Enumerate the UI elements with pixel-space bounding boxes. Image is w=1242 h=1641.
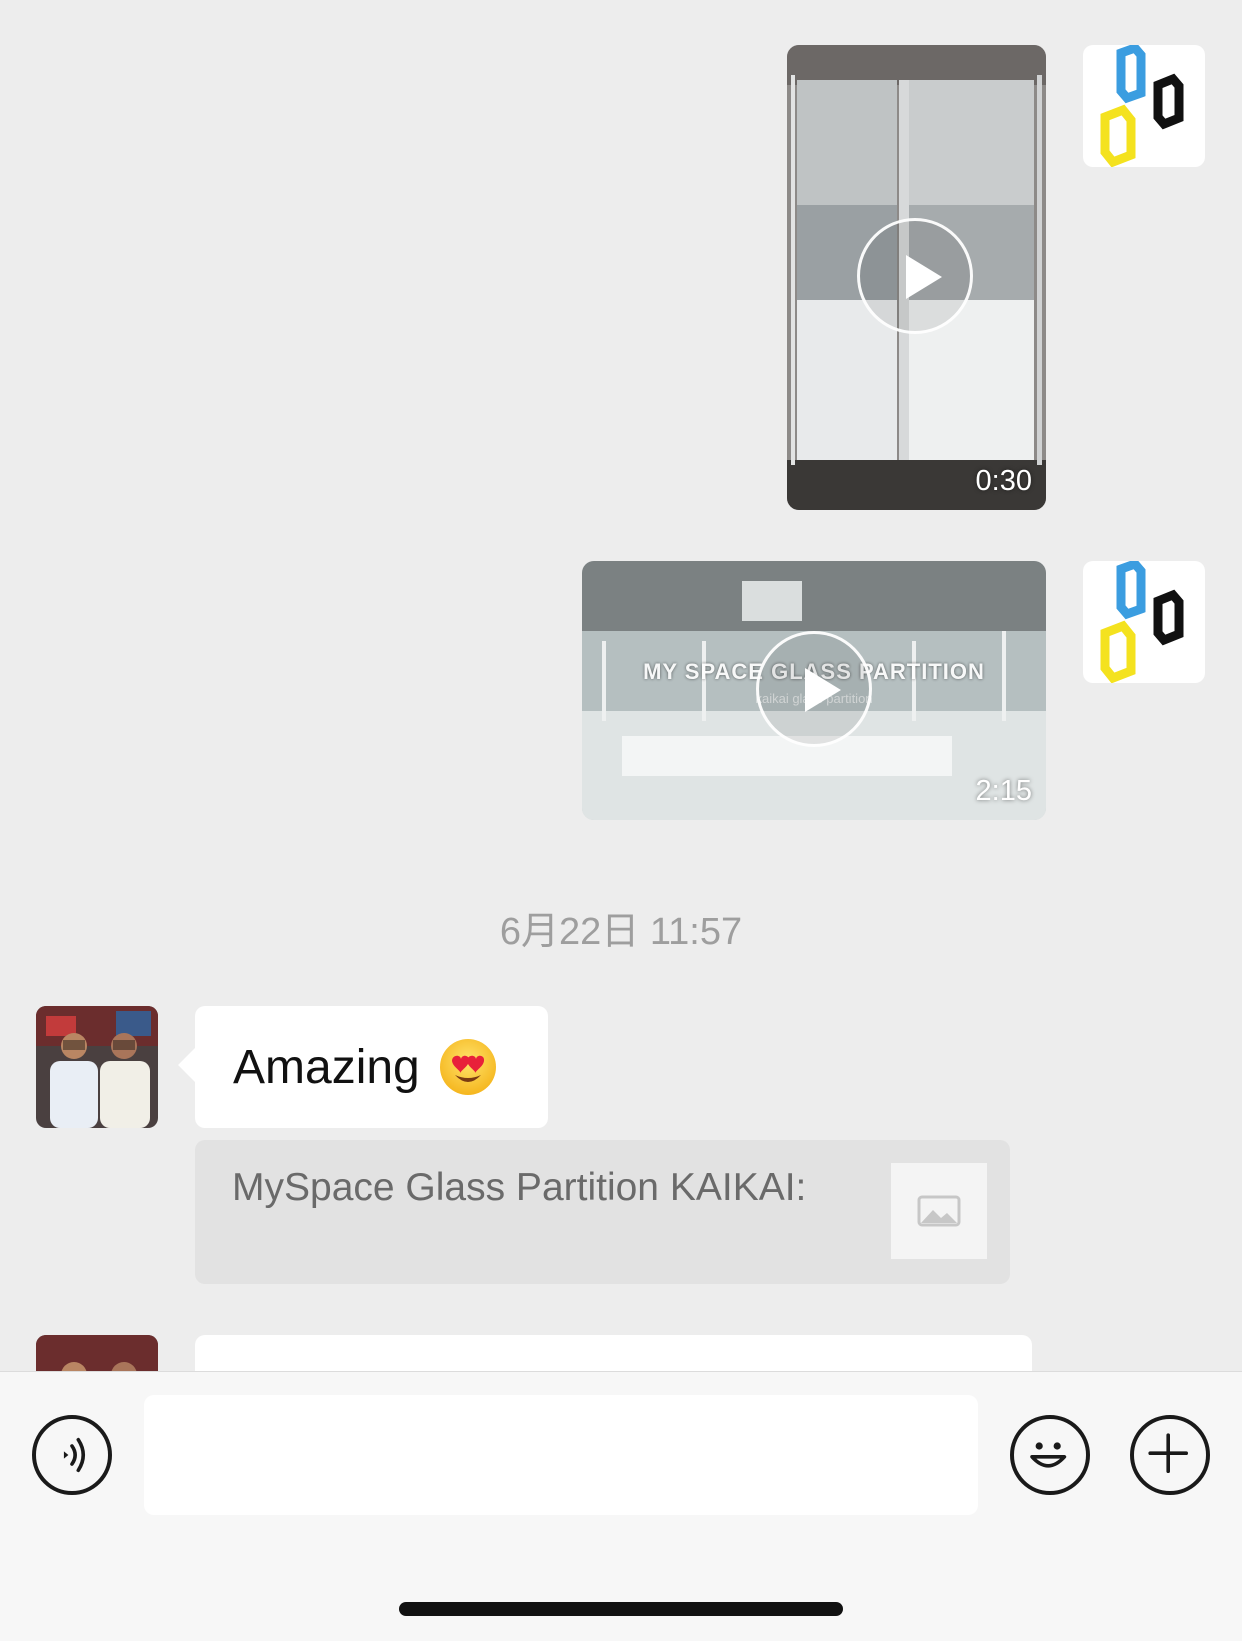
sender-avatar[interactable] xyxy=(1083,561,1205,683)
company-logo-icon xyxy=(1100,45,1184,167)
contact-photo xyxy=(36,1335,158,1371)
play-icon[interactable] xyxy=(756,631,872,747)
more-actions-button[interactable] xyxy=(1130,1415,1210,1495)
contact-avatar[interactable] xyxy=(36,1006,158,1128)
video-duration: 0:30 xyxy=(975,465,1032,497)
video-message[interactable]: 0:30 xyxy=(787,45,1046,510)
chat-area[interactable]: 0:30 MY SPACE GLASS PARTITION kaikai gla… xyxy=(0,0,1242,1371)
text-message-bubble[interactable] xyxy=(195,1335,1032,1371)
message-text: Amazing xyxy=(233,1040,420,1094)
emoji-button[interactable] xyxy=(1010,1415,1090,1495)
plus-icon xyxy=(1148,1433,1188,1473)
message-input[interactable] xyxy=(144,1395,978,1515)
heart-eyes-emoji-icon xyxy=(438,1037,498,1097)
text-message-bubble[interactable]: Amazing xyxy=(195,1006,548,1128)
play-icon[interactable] xyxy=(857,218,973,334)
sender-avatar[interactable] xyxy=(1083,45,1205,167)
voice-input-button[interactable] xyxy=(32,1415,112,1495)
company-logo-icon xyxy=(1100,561,1184,683)
quoted-message[interactable]: MySpace Glass Partition KAIKAI: xyxy=(195,1140,1010,1284)
video-duration: 2:15 xyxy=(975,775,1032,807)
contact-photo xyxy=(36,1006,158,1128)
message-timestamp: 6月22日 11:57 xyxy=(499,911,743,953)
contact-avatar[interactable] xyxy=(36,1335,158,1371)
voice-icon xyxy=(63,1437,86,1473)
video-message[interactable]: MY SPACE GLASS PARTITION kaikai glass pa… xyxy=(582,561,1046,820)
quoted-message-text: MySpace Glass Partition KAIKAI: xyxy=(232,1166,807,1209)
smiley-icon xyxy=(1030,1442,1067,1468)
message-input-bar xyxy=(0,1371,1242,1641)
image-placeholder-icon[interactable] xyxy=(891,1163,987,1259)
home-indicator[interactable] xyxy=(399,1602,843,1616)
